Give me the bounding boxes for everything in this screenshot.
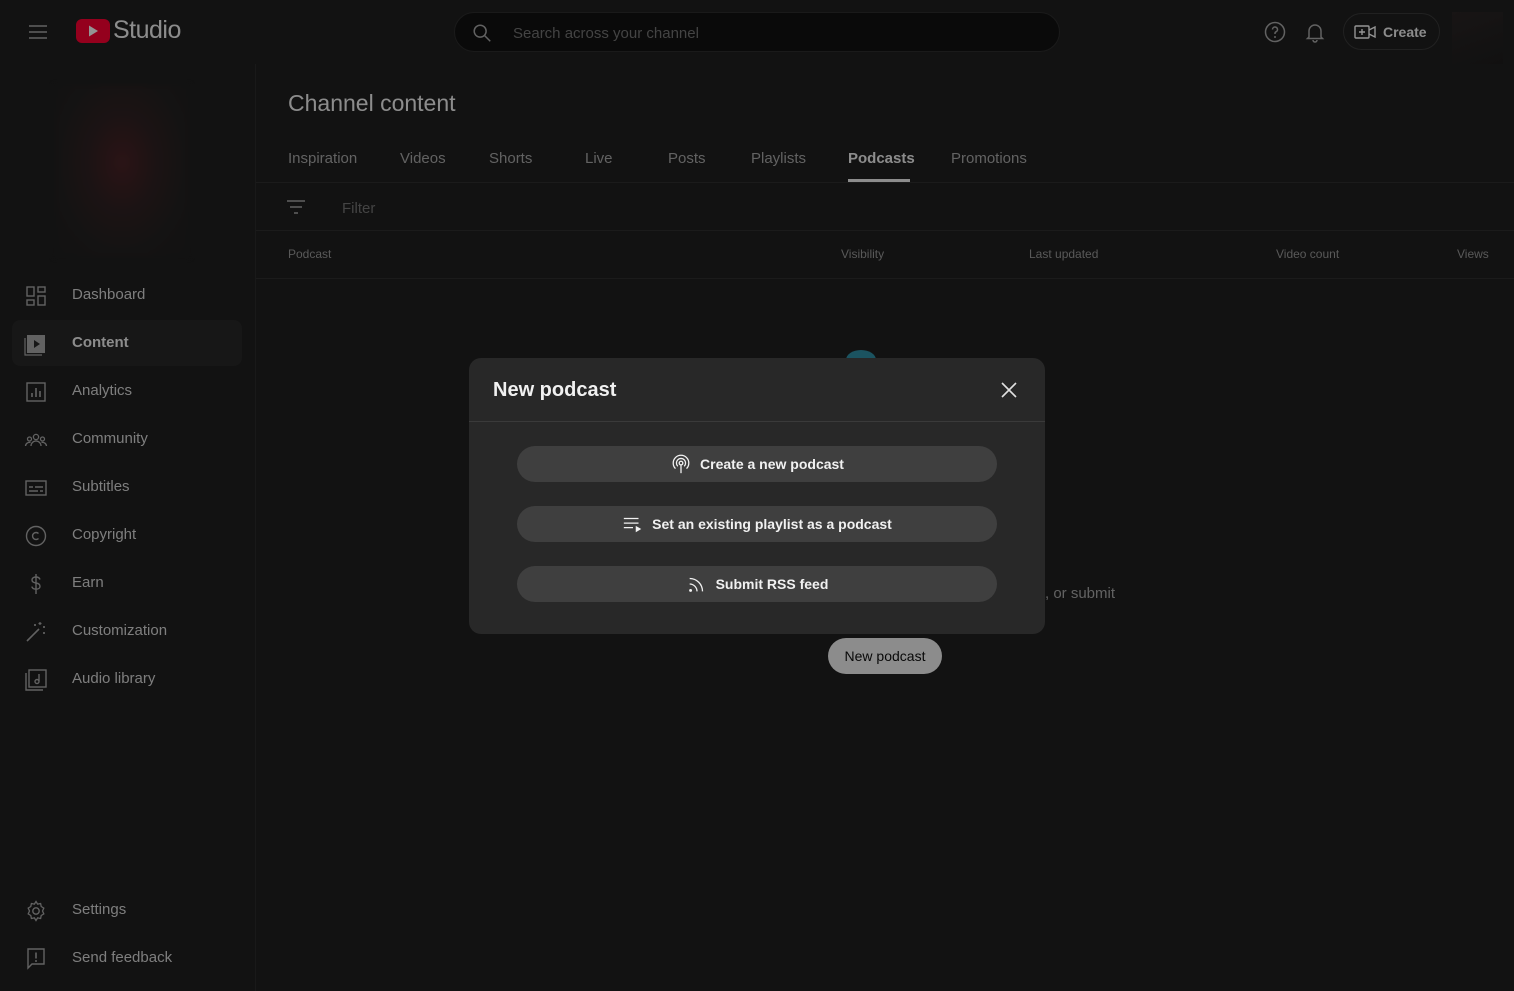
submit-rss-feed-label: Submit RSS feed <box>715 576 829 592</box>
close-icon[interactable] <box>997 378 1021 402</box>
dialog-header: New podcast <box>469 358 1045 422</box>
create-new-podcast-button[interactable]: Create a new podcast <box>517 446 997 482</box>
button-content: Set an existing playlist as a podcast <box>517 506 997 542</box>
submit-rss-feed-button[interactable]: Submit RSS feed <box>517 566 997 602</box>
create-new-podcast-label: Create a new podcast <box>700 456 844 472</box>
new-podcast-dialog: New podcast Create a new podcast Set an … <box>469 358 1045 634</box>
playlist-add-icon <box>622 513 644 535</box>
button-content: Create a new podcast <box>517 446 997 482</box>
set-playlist-as-podcast-button[interactable]: Set an existing playlist as a podcast <box>517 506 997 542</box>
rss-icon <box>686 573 708 595</box>
dialog-title: New podcast <box>493 379 617 401</box>
set-playlist-as-podcast-label: Set an existing playlist as a podcast <box>652 516 892 532</box>
podcast-icon <box>670 453 692 475</box>
button-content: Submit RSS feed <box>517 566 997 602</box>
